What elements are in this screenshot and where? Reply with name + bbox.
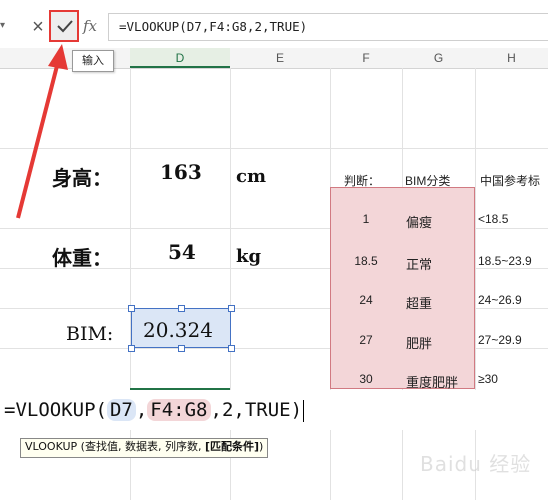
grid-line xyxy=(475,68,476,500)
table-threshold-2[interactable]: 18.5 xyxy=(330,254,402,268)
bmi-value[interactable]: 20.324 xyxy=(143,318,213,342)
hint-close: ) xyxy=(259,440,264,453)
height-unit[interactable]: cm xyxy=(236,166,266,187)
column-header-f[interactable]: F xyxy=(330,48,402,68)
table-threshold-5[interactable]: 30 xyxy=(330,372,402,386)
bmi-label: BIM: xyxy=(66,323,114,345)
baidu-watermark: Baidu 经验 xyxy=(420,452,532,476)
table-category-4[interactable]: 肥胖 xyxy=(406,333,432,352)
column-header-g[interactable]: G xyxy=(402,48,475,68)
table-reference-3[interactable]: 24~26.9 xyxy=(478,293,522,307)
table-reference-1[interactable]: <18.5 xyxy=(478,212,508,226)
enter-check-button[interactable] xyxy=(49,10,79,42)
resize-handle[interactable] xyxy=(128,305,135,312)
formula-ref-range[interactable]: F4:G8 xyxy=(147,399,211,421)
table-header-category: BIM分类 xyxy=(405,174,451,188)
table-category-1[interactable]: 偏瘦 xyxy=(406,212,432,231)
table-header-judge: 判断： xyxy=(344,174,381,188)
table-threshold-4[interactable]: 27 xyxy=(330,333,402,347)
weight-label: 体重： xyxy=(52,246,112,270)
grid-line xyxy=(230,68,231,500)
resize-handle[interactable] xyxy=(178,305,185,312)
annotation-arrow-icon xyxy=(16,44,68,219)
formula-suffix: ,2,TRUE) xyxy=(210,399,303,421)
table-category-3[interactable]: 超重 xyxy=(406,293,432,312)
checkmark-icon xyxy=(57,20,73,33)
formula-ref-d7[interactable]: D7 xyxy=(106,399,136,421)
name-box-dropdown-icon[interactable]: ▾ xyxy=(0,20,10,34)
column-header-d[interactable]: D xyxy=(130,48,230,68)
column-d-selection-indicator xyxy=(130,66,230,68)
resize-handle[interactable] xyxy=(228,305,235,312)
table-threshold-3[interactable]: 24 xyxy=(330,293,402,307)
cancel-icon[interactable]: × xyxy=(26,13,50,41)
formula-input[interactable]: =VLOOKUP(D7,F4:G8,2,TRUE) xyxy=(108,13,548,41)
weight-value[interactable]: 54 xyxy=(168,240,196,264)
table-reference-4[interactable]: 27~29.9 xyxy=(478,333,522,347)
table-reference-2[interactable]: 18.5~23.9 xyxy=(478,254,532,268)
resize-handle[interactable] xyxy=(128,345,135,352)
table-category-5[interactable]: 重度肥胖 xyxy=(406,372,458,391)
grid-line xyxy=(0,148,548,149)
text-caret xyxy=(303,399,305,422)
hint-text: VLOOKUP (查找值, 数据表, 列序数, xyxy=(25,440,205,453)
table-category-2[interactable]: 正常 xyxy=(406,254,432,273)
fx-icon[interactable]: fx xyxy=(83,14,105,38)
resize-handle[interactable] xyxy=(228,345,235,352)
formula-separator: , xyxy=(135,399,148,421)
resize-handle[interactable] xyxy=(178,345,185,352)
height-value[interactable]: 163 xyxy=(160,160,202,184)
weight-unit[interactable]: kg xyxy=(236,246,261,267)
formula-prefix: =VLOOKUP( xyxy=(4,399,107,421)
grid-line xyxy=(130,68,131,500)
hint-optional-arg[interactable]: [匹配条件] xyxy=(205,440,259,453)
table-threshold-1[interactable]: 1 xyxy=(330,212,402,226)
column-header-e[interactable]: E xyxy=(230,48,330,68)
table-header-reference: 中国参考标 xyxy=(480,174,541,188)
column-header-h[interactable]: H xyxy=(475,48,548,68)
function-argument-hint: VLOOKUP (查找值, 数据表, 列序数, [匹配条件]) xyxy=(20,438,269,458)
in-cell-formula-editor[interactable]: =VLOOKUP(D7, F4:G8,2,TRUE) xyxy=(4,394,305,426)
table-reference-5[interactable]: ≥30 xyxy=(478,372,498,386)
